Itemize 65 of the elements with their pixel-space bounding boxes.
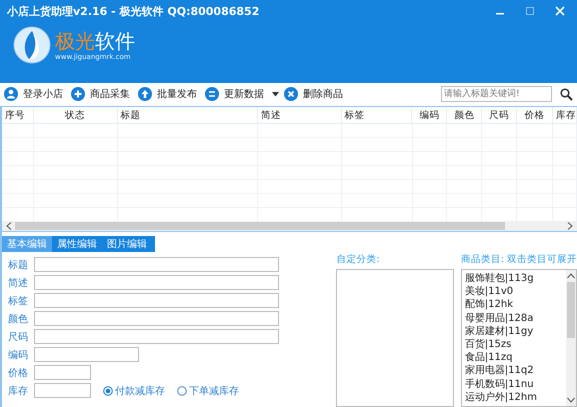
toolbar-button[interactable]: 登录小店 bbox=[4, 87, 69, 102]
category-item[interactable]: 手机数码|11nu bbox=[464, 378, 563, 391]
caret-icon[interactable] bbox=[272, 92, 279, 97]
column-header: 编码 bbox=[412, 106, 448, 123]
field-label: 尺码 bbox=[8, 330, 28, 344]
scrollbar-thumb[interactable] bbox=[15, 222, 505, 230]
radio-option[interactable]: 付款减库存 bbox=[103, 384, 165, 398]
search-field[interactable]: 请输入标题关键词! bbox=[441, 86, 552, 102]
field-label: 颜色 bbox=[8, 312, 28, 326]
field-label: 价格 bbox=[8, 366, 28, 380]
sail-logo-icon bbox=[13, 26, 51, 64]
field-label: 标签 bbox=[8, 294, 28, 308]
toolbar-button[interactable]: 商品采集 bbox=[71, 87, 136, 102]
category-item[interactable]: 家居建材|11gy bbox=[464, 324, 563, 338]
toolbar-button[interactable]: 更新数据 bbox=[205, 87, 270, 102]
column-header: 尺码 bbox=[482, 106, 518, 123]
column-header: 标题 bbox=[118, 106, 258, 123]
category-item[interactable]: 母婴用品|128a bbox=[464, 312, 563, 325]
field-label: 库存 bbox=[8, 384, 28, 398]
input-field[interactable] bbox=[34, 383, 91, 398]
column-header: 状态 bbox=[34, 106, 118, 123]
input-field[interactable] bbox=[34, 257, 279, 272]
column-header: 库存 bbox=[553, 106, 577, 123]
category-item[interactable]: 配饰|12hk bbox=[464, 298, 563, 312]
scroll-down-icon[interactable] bbox=[566, 397, 575, 403]
category-item[interactable]: 运动户外|12hm bbox=[464, 390, 563, 404]
custom-category-label: 自定分类: bbox=[336, 253, 381, 266]
window-title: 小店上货助理v2.16 - 极光软件 QQ:800086852 bbox=[7, 4, 260, 18]
category-item[interactable]: 美妆|11v0 bbox=[464, 285, 563, 298]
column-header: 价格 bbox=[517, 106, 553, 123]
brand-name: 极光软件 bbox=[55, 29, 135, 53]
scrollbar-thumb[interactable] bbox=[566, 282, 575, 338]
scroll-up-icon[interactable] bbox=[566, 273, 575, 279]
close-icon bbox=[284, 87, 298, 102]
category-item[interactable]: 百货|15zs bbox=[464, 338, 563, 352]
column-header: 标签 bbox=[342, 106, 412, 123]
category-item[interactable]: 服饰鞋包|113g bbox=[464, 272, 563, 286]
field-label: 简述 bbox=[8, 276, 28, 290]
category-item[interactable]: 食品|11zq bbox=[464, 351, 563, 364]
radio-option[interactable]: 下单减库存 bbox=[177, 384, 239, 398]
input-field[interactable] bbox=[34, 347, 139, 362]
input-field[interactable] bbox=[34, 365, 91, 380]
toolbar-button[interactable]: 批量发布 bbox=[138, 87, 203, 102]
search-icon[interactable] bbox=[560, 88, 573, 101]
column-header: 简述 bbox=[258, 106, 342, 123]
field-label: 标题 bbox=[8, 258, 28, 272]
custom-category-list[interactable] bbox=[336, 269, 454, 407]
input-field[interactable] bbox=[34, 329, 279, 344]
input-field[interactable] bbox=[34, 311, 279, 326]
input-field[interactable] bbox=[34, 275, 279, 290]
scroll-left-icon[interactable] bbox=[6, 222, 12, 230]
category-list[interactable]: 服饰鞋包|113g 美妆|11v0 配饰|12hk 母婴用品|128a 家居建材|11gy 百货|15zs 食品|11zq 家用电器|11q2 手机数码|11nu 运动户外|12hm bbox=[460, 269, 577, 407]
plus-icon bbox=[71, 87, 85, 102]
close-icon[interactable] bbox=[555, 6, 565, 16]
toolbar-button[interactable]: 删除商品 bbox=[284, 87, 349, 102]
maximize-icon[interactable] bbox=[525, 6, 535, 16]
horizontal-scrollbar[interactable] bbox=[0, 221, 577, 232]
scroll-right-icon[interactable] bbox=[567, 222, 573, 230]
user-icon bbox=[4, 87, 18, 102]
field-label: 编码 bbox=[8, 348, 28, 362]
column-header: 颜色 bbox=[447, 106, 482, 123]
category-item[interactable]: 家用电器|11q2 bbox=[464, 364, 563, 378]
category-label: 商品类目: 双击类目可展开 bbox=[460, 253, 577, 266]
column-header: 序号 bbox=[2, 106, 34, 123]
input-field[interactable] bbox=[34, 293, 279, 308]
